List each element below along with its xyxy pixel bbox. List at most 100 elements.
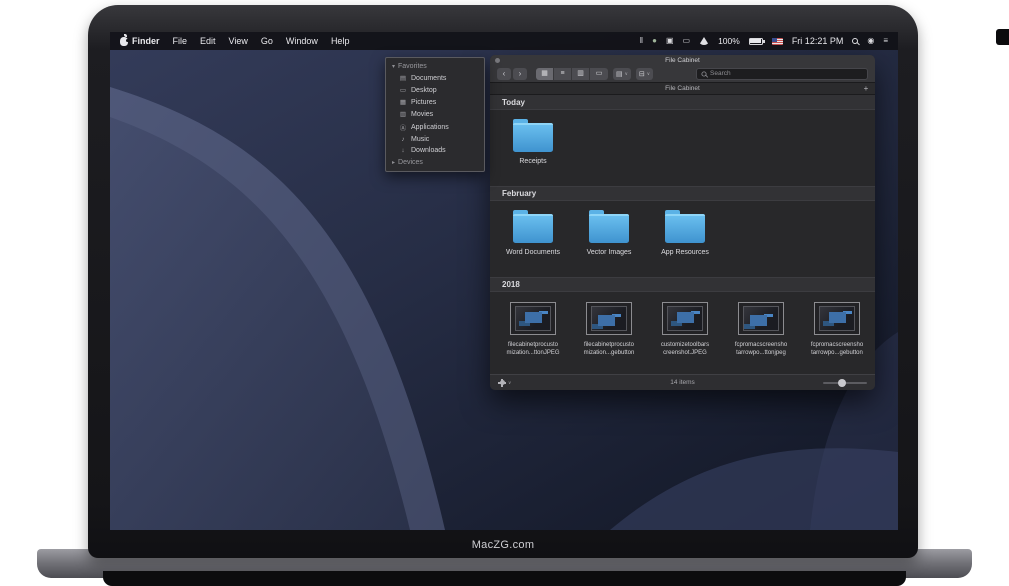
status-bar: ∨ 14 items (490, 374, 875, 390)
folder-label: App Resources (661, 249, 709, 256)
search-field[interactable] (696, 68, 868, 80)
document-icon: ▤ (399, 74, 407, 82)
file-label: filecabinetprocusto mization...gebutton (584, 342, 635, 357)
status-dot-icon[interactable]: ● (652, 37, 657, 45)
indicator-bars-icon[interactable]: ‖ (640, 37, 643, 45)
file-item[interactable]: fcpromacscreensho tarrowpo...gebutton (804, 302, 870, 374)
input-source-flag-icon[interactable] (772, 38, 783, 45)
nav-buttons: ‹ › (497, 68, 527, 80)
group-dropdown-button[interactable]: ⊟ ∨ (636, 68, 653, 80)
search-icon (701, 71, 706, 76)
folder-word-documents[interactable]: Word Documents (500, 209, 566, 277)
menu-window[interactable]: Window (286, 36, 318, 46)
chevron-down-icon: ∨ (647, 71, 650, 77)
music-icon: ♪ (399, 136, 407, 143)
sidebar-popover: ▾ Favorites ▤ Documents ▭ Desktop ▦ Pict… (385, 57, 485, 172)
tab-file-cabinet[interactable]: File Cabinet (490, 83, 875, 95)
add-tab-button[interactable]: + (860, 83, 872, 95)
app-menus: Finder File Edit View Go Window Help (132, 36, 349, 46)
folder-label: Vector Images (587, 249, 632, 256)
back-button[interactable]: ‹ (497, 68, 511, 80)
menu-clock[interactable]: Fri 12:21 PM (792, 36, 844, 46)
desktop-icon: ▭ (399, 86, 407, 94)
applications-icon: Ⓐ (399, 122, 407, 132)
sidebar-item-applications[interactable]: Ⓐ Applications (386, 120, 484, 134)
folder-icon (513, 123, 553, 152)
gallery-view-button[interactable]: ▭ (590, 68, 608, 80)
folder-icon (513, 214, 553, 243)
sidebar-item-label: Downloads (411, 147, 446, 154)
sidebar-item-downloads[interactable]: ↓ Downloads (386, 145, 484, 156)
sidebar-item-desktop[interactable]: ▭ Desktop (386, 84, 484, 96)
forward-button[interactable]: › (513, 68, 527, 80)
display-icon[interactable]: ▭ (683, 37, 691, 45)
folder-vector-images[interactable]: Vector Images (576, 209, 642, 277)
file-label: filecabinetprocusto mization...ttonJPEG (506, 342, 559, 357)
action-icon: ▤ (616, 70, 623, 78)
slider-knob[interactable] (838, 379, 846, 387)
item-count: 14 items (670, 379, 695, 386)
file-item[interactable]: fcpromacscreensho tarrowpo...ttonjpeg (728, 302, 794, 374)
file-item[interactable]: filecabinetprocusto mization...gebutton (576, 302, 642, 374)
pictures-icon: ▦ (399, 98, 407, 106)
folder-icon (589, 214, 629, 243)
sidebar-item-documents[interactable]: ▤ Documents (386, 72, 484, 84)
search-input[interactable] (710, 70, 863, 77)
section-header-february: February (490, 186, 875, 201)
apple-menu-icon[interactable] (120, 37, 128, 46)
status-action-menu[interactable]: ∨ (498, 379, 511, 387)
menu-finder[interactable]: Finder (132, 36, 160, 46)
wifi-icon[interactable] (699, 37, 709, 45)
file-item[interactable]: customizetoolbars creenshot.JPEG (652, 302, 718, 374)
window-titlebar[interactable]: File Cabinet (490, 55, 875, 65)
file-item[interactable]: filecabinetprocusto mization...ttonJPEG (500, 302, 566, 374)
list-view-button[interactable]: ≡ (554, 68, 572, 80)
downloads-icon: ↓ (399, 147, 407, 154)
folder-receipts[interactable]: Receipts (500, 118, 566, 186)
sidebar-item-label: Pictures (411, 99, 436, 106)
favorites-section-header[interactable]: ▾ Favorites (386, 60, 484, 72)
sidebar-item-label: Documents (411, 75, 446, 82)
bezel-brand-text: MacZG.com (88, 539, 918, 551)
menu-bar: Finder File Edit View Go Window Help ‖ ●… (110, 32, 898, 50)
menu-help[interactable]: Help (331, 36, 350, 46)
disclosure-closed-icon[interactable]: ▸ (392, 159, 395, 166)
devices-label: Devices (398, 159, 423, 166)
file-label: fcpromacscreensho tarrowpo...ttonjpeg (735, 342, 787, 357)
devices-section-header[interactable]: ▸ Devices (386, 156, 484, 168)
battery-icon (749, 38, 763, 45)
menu-edit[interactable]: Edit (200, 36, 216, 46)
folder-label: Receipts (519, 158, 546, 165)
section-header-2018: 2018 (490, 277, 875, 292)
folder-app-resources[interactable]: App Resources (652, 209, 718, 277)
icon-view-button[interactable]: ▦ (536, 68, 554, 80)
spotlight-icon[interactable] (852, 38, 858, 44)
menu-file[interactable]: File (173, 36, 188, 46)
section-header-today: Today (490, 95, 875, 110)
sidebar-item-movies[interactable]: ▥ Movies (386, 108, 484, 120)
sidebar-item-pictures[interactable]: ▦ Pictures (386, 96, 484, 108)
battery-fill (750, 39, 761, 43)
menu-go[interactable]: Go (261, 36, 273, 46)
menu-view[interactable]: View (229, 36, 248, 46)
gear-icon (498, 379, 506, 387)
sidebar-item-label: Music (411, 136, 429, 143)
screen: Finder File Edit View Go Window Help ‖ ●… (110, 32, 898, 530)
folder-icon (665, 214, 705, 243)
screenshot-thumbnail (586, 302, 632, 335)
file-label: fcpromacscreensho tarrowpo...gebutton (811, 342, 863, 357)
folder-label: Word Documents (506, 249, 560, 256)
notification-center-icon[interactable]: ≡ (883, 37, 888, 45)
action-dropdown-button[interactable]: ▤ ∨ (613, 68, 631, 80)
sidebar-item-music[interactable]: ♪ Music (386, 134, 484, 145)
movies-icon: ▥ (399, 110, 407, 118)
screenshot-thumbnail (814, 302, 860, 335)
siri-icon[interactable]: ◉ (867, 37, 874, 45)
files-icon[interactable]: ▣ (666, 37, 674, 45)
screenshot-thumbnail (662, 302, 708, 335)
tab-bar: File Cabinet + (490, 83, 875, 95)
icon-size-slider[interactable] (823, 382, 867, 384)
window-toolbar: ‹ › ▦ ≡ ▥ ▭ ▤ ∨ ⊟ ∨ (490, 65, 875, 83)
disclosure-open-icon[interactable]: ▾ (392, 63, 395, 70)
column-view-button[interactable]: ▥ (572, 68, 590, 80)
